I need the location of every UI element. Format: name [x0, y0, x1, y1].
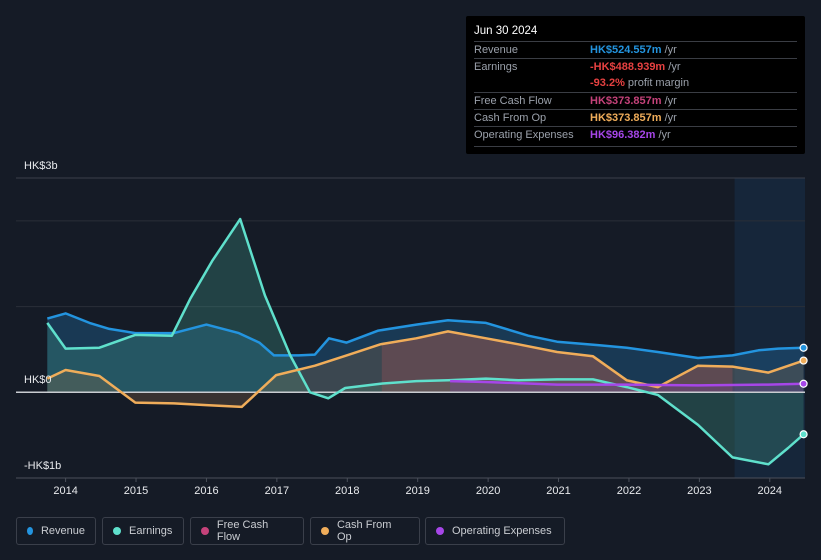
x-tick-label: 2019 [405, 485, 430, 497]
tooltip-label: Cash From Op [474, 112, 547, 124]
earnings-endpoint [799, 430, 808, 439]
tooltip-date: Jun 30 2024 [474, 25, 538, 37]
legend-label: Revenue [40, 525, 85, 537]
x-axis [65, 478, 771, 482]
tooltip-row-fcf: Free Cash Flow HK$373.857m /yr [474, 92, 797, 110]
cash-from-op-endpoint [799, 356, 808, 365]
tooltip-row-margin: -93.2% profit margin [474, 75, 797, 92]
x-tick-label: 2015 [123, 485, 149, 497]
tooltip-row-opex: Operating Expenses HK$96.382m /yr [474, 126, 797, 144]
legend-label: Earnings [129, 525, 173, 537]
x-tick-label: 2021 [546, 485, 571, 497]
legend-revenue[interactable]: Revenue [16, 517, 96, 545]
tooltip-value-fcf: HK$373.857m /yr [590, 95, 677, 107]
free-cash-flow-dot-icon [201, 527, 209, 535]
tooltip-value-cfo: HK$373.857m /yr [590, 112, 677, 124]
x-tick-label: 2024 [757, 485, 783, 497]
tooltip-value-margin: -93.2% profit margin [590, 77, 690, 89]
tooltip-value-earnings: -HK$488.939m /yr [590, 61, 681, 73]
tooltip-label: Operating Expenses [474, 129, 574, 141]
y-tick-label-top: HK$3b [24, 160, 58, 172]
x-tick-label: 2022 [616, 485, 642, 497]
tooltip-label: Earnings [474, 61, 518, 73]
x-tick-label: 2017 [264, 485, 290, 497]
tooltip-row-revenue: Revenue HK$524.557m /yr [474, 41, 797, 59]
earnings-dot-icon [113, 527, 121, 535]
y-tick-label-bottom: -HK$1b [24, 460, 62, 472]
legend-label: Operating Expenses [452, 525, 552, 537]
x-tick-label: 2020 [475, 485, 501, 497]
legend-label: Free Cash Flow [216, 519, 269, 543]
legend-label: Cash From Op [336, 519, 392, 543]
tooltip-divider [474, 146, 797, 147]
y-tick-label-zero: HK$0 [24, 374, 52, 386]
legend-operating-expenses[interactable]: Operating Expenses [425, 517, 565, 545]
x-tick-label: 2016 [194, 485, 219, 497]
tooltip-row-earnings: Earnings -HK$488.939m /yr [474, 58, 797, 76]
tooltip-row-cfo: Cash From Op HK$373.857m /yr [474, 109, 797, 127]
revenue-dot-icon [27, 527, 33, 535]
tooltip-label: Revenue [474, 44, 519, 56]
tooltip-value-opex: HK$96.382m /yr [590, 129, 671, 141]
tooltip-label: Free Cash Flow [474, 95, 552, 107]
legend-cash-from-op[interactable]: Cash From Op [310, 517, 420, 545]
x-tick-label: 2023 [687, 485, 712, 497]
x-tick-label: 2018 [335, 485, 360, 497]
legend-free-cash-flow[interactable]: Free Cash Flow [190, 517, 304, 545]
series-areas [47, 219, 804, 465]
cash-from-op-dot-icon [321, 527, 329, 535]
tooltip-value-revenue: HK$524.557m /yr [590, 44, 677, 56]
x-tick-label: 2014 [53, 485, 78, 497]
revenue-endpoint [799, 343, 808, 352]
legend-earnings[interactable]: Earnings [102, 517, 184, 545]
operating-expenses-endpoint [799, 379, 808, 388]
tooltip: Jun 30 2024 Revenue HK$524.557m /yr Earn… [466, 16, 805, 154]
operating-expenses-dot-icon [436, 527, 444, 535]
